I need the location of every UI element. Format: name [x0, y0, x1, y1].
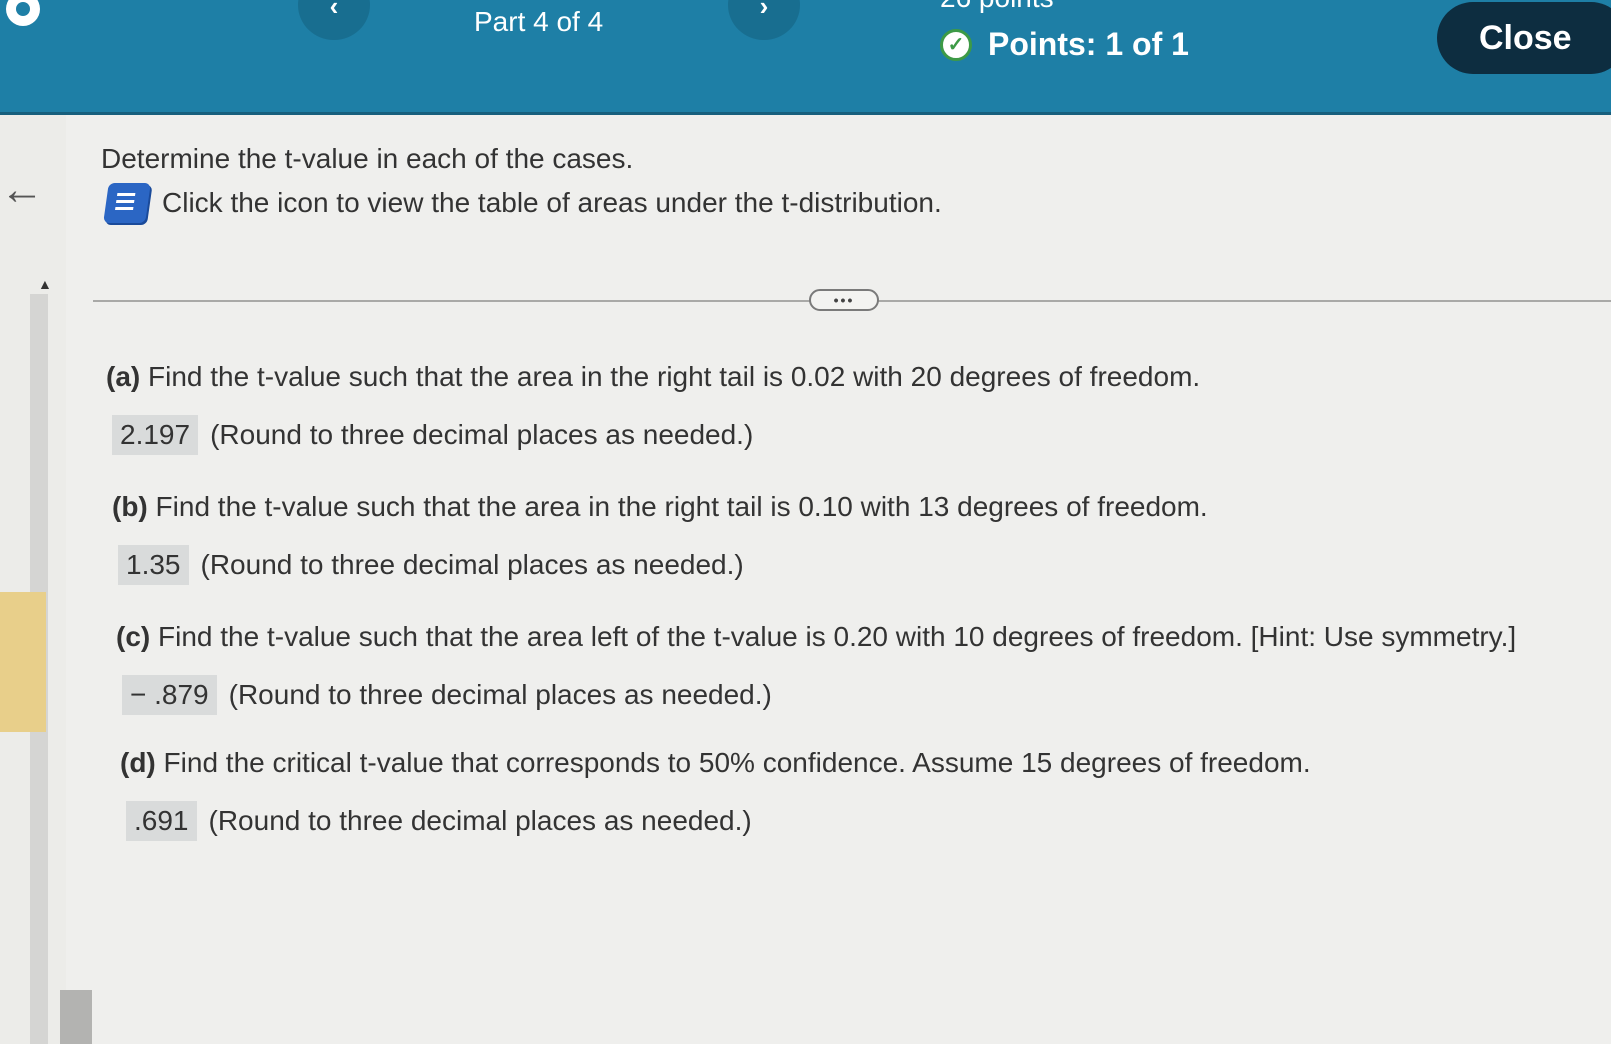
question-letter: (c)	[116, 621, 151, 652]
answer-row-d: .691 (Round to three decimal places as n…	[126, 801, 752, 841]
question-letter: (a)	[106, 361, 141, 392]
answer-field[interactable]: 1.35	[118, 545, 189, 585]
top-bar: ‹ Part 4 of 4 › 26 points ✓ Points: 1 of…	[0, 0, 1611, 115]
previous-part-button[interactable]: ‹	[298, 0, 370, 40]
side-highlight	[0, 592, 46, 732]
question-text: Find the critical t-value that correspon…	[163, 747, 1311, 778]
book-icon[interactable]	[103, 183, 151, 223]
scrollbar-thumb[interactable]	[60, 990, 92, 1044]
answer-field[interactable]: 2.197	[112, 415, 199, 455]
expand-more-button[interactable]: •••	[809, 289, 879, 311]
score-row: ✓ Points: 1 of 1	[940, 26, 1189, 63]
table-link-text: Click the icon to view the table of area…	[162, 187, 942, 218]
round-note: (Round to three decimal places as needed…	[200, 549, 744, 580]
answer-field[interactable]: − .879	[122, 675, 217, 715]
app-logo-icon	[6, 0, 40, 26]
question-text: Find the t-value such that the area left…	[158, 621, 1517, 652]
question-c: (c) Find the t-value such that the area …	[116, 621, 1516, 653]
points-total: 26 points	[940, 0, 1054, 14]
round-note: (Round to three decimal places as needed…	[208, 805, 752, 836]
question-d: (d) Find the critical t-value that corre…	[120, 747, 1311, 779]
answer-row-a: 2.197 (Round to three decimal places as …	[112, 415, 753, 455]
round-note: (Round to three decimal places as needed…	[228, 679, 772, 710]
answer-field[interactable]: .691	[126, 801, 197, 841]
question-b: (b) Find the t-value such that the area …	[112, 491, 1208, 523]
question-a: (a) Find the t-value such that the area …	[106, 361, 1200, 393]
question-letter: (b)	[112, 491, 148, 522]
question-letter: (d)	[120, 747, 156, 778]
back-arrow-icon[interactable]: ←	[0, 168, 44, 212]
close-button[interactable]: Close	[1437, 2, 1611, 74]
score-text: Points: 1 of 1	[988, 26, 1189, 62]
part-label: Part 4 of 4	[474, 6, 604, 37]
question-text: Find the t-value such that the area in t…	[148, 361, 1201, 392]
answer-row-b: 1.35 (Round to three decimal places as n…	[118, 545, 744, 585]
question-prompt: Determine the t-value in each of the cas…	[101, 143, 634, 174]
question-panel: Determine the t-value in each of the cas…	[66, 115, 1611, 1044]
scroll-up-icon[interactable]: ▲	[38, 276, 52, 292]
next-part-button[interactable]: ›	[728, 0, 800, 40]
check-circle-icon: ✓	[940, 28, 972, 61]
question-text: Find the t-value such that the area in t…	[155, 491, 1208, 522]
table-link-row[interactable]: Click the icon to view the table of area…	[103, 183, 942, 223]
round-note: (Round to three decimal places as needed…	[210, 419, 754, 450]
answer-row-c: − .879 (Round to three decimal places as…	[122, 675, 772, 715]
